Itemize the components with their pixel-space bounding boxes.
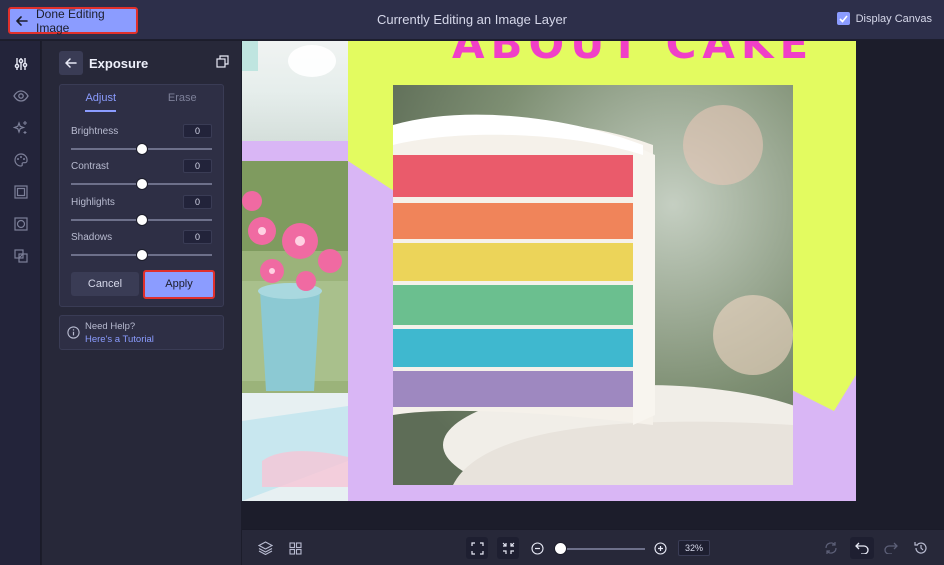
panel-title: Exposure [89, 55, 149, 71]
contrast-slider-row: Contrast 0 [71, 159, 212, 195]
grid-icon[interactable] [286, 539, 304, 557]
cup-photo[interactable] [242, 41, 348, 141]
sparkle-effects-icon[interactable] [12, 119, 30, 137]
collapse-icon [502, 542, 514, 554]
brightness-label: Brightness [71, 126, 119, 137]
eye-icon[interactable] [12, 87, 30, 105]
brightness-slider-track[interactable] [71, 143, 212, 155]
zoom-slider-thumb[interactable] [554, 542, 567, 555]
undo-button[interactable] [850, 537, 874, 559]
done-editing-label: Done Editing Image [36, 6, 105, 35]
highlights-label: Highlights [71, 197, 115, 208]
help-card: Need Help? Here's a Tutorial [59, 315, 224, 350]
panel-header: Exposure [59, 51, 229, 75]
crop-frame-icon[interactable] [12, 183, 30, 201]
tutorial-link[interactable]: Here's a Tutorial [85, 334, 154, 345]
shrink-to-fit-button[interactable] [497, 537, 519, 559]
tab-bar: Adjust Erase [60, 85, 223, 113]
highlights-value-input[interactable]: 0 [183, 195, 212, 209]
cancel-button[interactable]: Cancel [71, 272, 139, 296]
layers-duplicate-icon[interactable] [12, 247, 30, 265]
shadows-value-input[interactable]: 0 [183, 230, 212, 244]
undo-icon [855, 542, 869, 554]
zoom-out-icon[interactable] [528, 539, 546, 557]
design-canvas[interactable]: ABOUT CAKE [242, 41, 856, 501]
tab-adjust[interactable]: Adjust [60, 85, 142, 113]
display-canvas-label: Display Canvas [855, 12, 932, 25]
highlights-slider-row: Highlights 0 [71, 195, 212, 231]
bottom-toolbar: 32% [242, 529, 944, 565]
paint-palette-icon[interactable] [12, 151, 30, 169]
highlights-slider-track[interactable] [71, 214, 212, 226]
adjust-sliders-icon[interactable] [12, 55, 30, 73]
shadows-slider-thumb[interactable] [135, 249, 148, 261]
headline-text[interactable]: ABOUT CAKE [452, 41, 814, 68]
arrow-left-icon [65, 58, 77, 68]
history-icon[interactable] [912, 539, 930, 557]
exposure-panel: Exposure Adjust Erase Brightness 0 Contr… [42, 41, 241, 565]
zoom-value[interactable]: 32% [678, 540, 710, 556]
page-title: Currently Editing an Image Layer [376, 12, 568, 27]
fit-to-screen-button[interactable] [466, 537, 488, 559]
contrast-value-input[interactable]: 0 [183, 159, 212, 173]
contrast-slider-thumb[interactable] [135, 178, 148, 190]
brightness-value-input[interactable]: 0 [183, 124, 212, 138]
shadows-slider-track[interactable] [71, 249, 212, 261]
zoom-in-icon[interactable] [651, 539, 669, 557]
contrast-label: Contrast [71, 161, 109, 172]
duplicate-icon[interactable] [216, 55, 229, 73]
cake-photo[interactable] [393, 85, 793, 485]
editor-app: Done Editing Image Currently Editing an … [0, 0, 944, 565]
tab-erase[interactable]: Erase [142, 85, 224, 113]
apply-button[interactable]: Apply [143, 270, 215, 299]
redo-icon[interactable] [882, 539, 900, 557]
contrast-slider-track[interactable] [71, 178, 212, 190]
top-bar: Done Editing Image Currently Editing an … [0, 0, 944, 40]
refresh-icon[interactable] [822, 539, 840, 557]
display-canvas-checkbox[interactable] [836, 12, 850, 25]
help-title: Need Help? [85, 321, 136, 332]
display-canvas-toggle[interactable]: Display Canvas [836, 12, 932, 25]
layers-icon[interactable] [256, 539, 274, 557]
tool-rail [0, 41, 41, 565]
adjust-card: Adjust Erase Brightness 0 Contrast 0 Hig… [59, 84, 224, 307]
highlights-slider-thumb[interactable] [135, 214, 148, 226]
done-editing-image-button[interactable]: Done Editing Image [8, 6, 138, 35]
shadows-slider-row: Shadows 0 [71, 230, 212, 266]
flowers-photo[interactable] [242, 161, 348, 501]
expand-icon [470, 541, 484, 555]
zoom-slider-track[interactable] [555, 548, 645, 550]
back-button[interactable] [59, 51, 83, 75]
info-icon [67, 326, 80, 344]
mask-frame-icon[interactable] [12, 215, 30, 233]
arrow-left-icon [16, 15, 28, 26]
canvas-area[interactable]: ABOUT CAKE [242, 41, 944, 529]
brightness-slider-thumb[interactable] [135, 143, 148, 155]
shadows-label: Shadows [71, 232, 113, 243]
brightness-slider-row: Brightness 0 [71, 124, 212, 160]
